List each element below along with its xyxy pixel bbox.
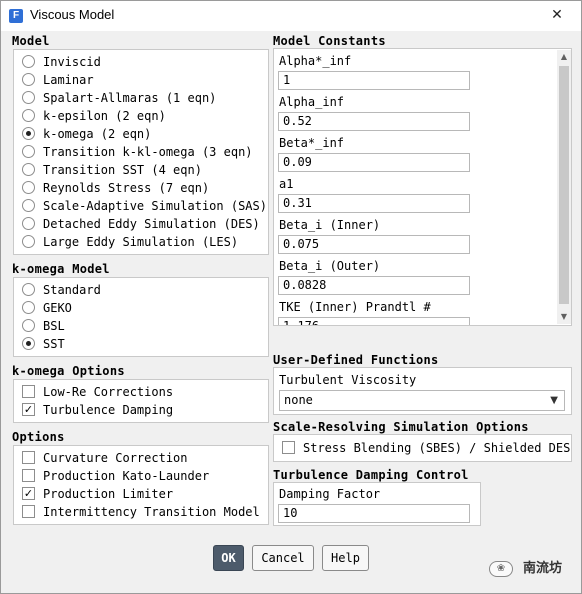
radio-spalart-allmaras[interactable] [22,91,35,104]
radio-geko[interactable] [22,301,35,314]
radio-des[interactable] [22,217,35,230]
constant-label: Alpha*_inf [279,54,352,68]
komega-options-section-title: k-omega Options [12,364,125,378]
komega-model-group: Standard GEKO BSL SST [13,277,269,357]
tdc-group: Damping Factor 10 [273,482,481,526]
alpha-star-inf-field[interactable]: 1 [278,71,470,90]
model-constants-section-title: Model Constants [273,34,386,48]
scroll-up-icon[interactable]: ▲ [557,50,571,64]
checkbox-production-limiter[interactable]: ✓ [22,487,35,500]
radio-transition-sst[interactable] [22,163,35,176]
damping-factor-field[interactable]: 10 [278,504,470,523]
radio-k-omega[interactable] [22,127,35,140]
model-group: Inviscid Laminar Spalart-Allmaras (1 eqn… [13,49,269,255]
beta-i-outer-field[interactable]: 0.0828 [278,276,470,295]
tdc-section-title: Turbulence Damping Control [273,468,469,482]
checkbox-production-kato-launder[interactable] [22,469,35,482]
constant-label: Beta_i (Inner) [279,218,381,232]
options-section-title: Options [12,430,65,444]
constant-label: Beta*_inf [279,136,345,150]
radio-inviscid[interactable] [22,55,35,68]
tke-inner-prandtl-field[interactable]: 1.176 [278,317,470,325]
radio-reynolds-stress[interactable] [22,181,35,194]
beta-star-inf-field[interactable]: 0.09 [278,153,470,172]
window-title: Viscous Model [30,7,115,22]
model-constants-panel: Alpha*_inf 1 Alpha_inf 0.52 Beta*_inf 0.… [273,48,572,326]
constant-label: TKE (Inner) Prandtl # [279,300,431,314]
checkbox-stress-blending[interactable] [282,441,295,454]
constant-label: Alpha_inf [279,95,345,109]
srs-section-title: Scale-Resolving Simulation Options [273,420,529,434]
watermark-text: 南流坊 [523,561,563,576]
radio-standard[interactable] [22,283,35,296]
chevron-down-icon: ▼ [550,395,558,406]
constant-label: Beta_i (Outer) [279,259,381,273]
scroll-down-icon[interactable]: ▼ [557,310,571,324]
udf-group: Turbulent Viscosity none ▼ [273,367,572,415]
srs-group: Stress Blending (SBES) / Shielded DES [273,434,572,462]
alpha-inf-field[interactable]: 0.52 [278,112,470,131]
radio-transition-k-kl-omega[interactable] [22,145,35,158]
checkbox-curvature-correction[interactable] [22,451,35,464]
udf-section-title: User-Defined Functions [273,353,439,367]
radio-laminar[interactable] [22,73,35,86]
cancel-button[interactable]: Cancel [252,545,314,571]
damping-factor-label: Damping Factor [279,487,381,501]
radio-bsl[interactable] [22,319,35,332]
help-button[interactable]: Help [322,545,369,571]
turbulent-viscosity-dropdown[interactable]: none ▼ [279,390,565,411]
close-button[interactable]: ✕ [537,5,577,25]
radio-k-epsilon[interactable] [22,109,35,122]
dropdown-value: none [284,393,313,407]
options-group: Curvature Correction Production Kato-Lau… [13,445,269,525]
viscous-model-dialog: F Viscous Model ✕ Model Inviscid Laminar… [0,0,582,594]
komega-options-group: Low-Re Corrections ✓ Turbulence Damping [13,379,269,423]
radio-sas[interactable] [22,199,35,212]
app-icon: F [9,9,23,23]
beta-i-inner-field[interactable]: 0.075 [278,235,470,254]
checkbox-intermittency-transition-model[interactable] [22,505,35,518]
model-section-title: Model [12,34,50,48]
checkbox-turbulence-damping[interactable]: ✓ [22,403,35,416]
constant-label: a1 [279,177,294,191]
radio-sst[interactable] [22,337,35,350]
checkbox-low-re-corrections[interactable] [22,385,35,398]
turbulent-viscosity-label: Turbulent Viscosity [279,373,417,387]
komega-model-section-title: k-omega Model [12,262,110,276]
wechat-icon: ❀ [489,561,513,577]
radio-les[interactable] [22,235,35,248]
title-bar: F Viscous Model ✕ [1,1,581,31]
ok-button[interactable]: OK [213,545,244,571]
constants-scrollbar[interactable]: ▲ ▼ [557,50,571,324]
scroll-thumb[interactable] [559,66,569,304]
a1-field[interactable]: 0.31 [278,194,470,213]
